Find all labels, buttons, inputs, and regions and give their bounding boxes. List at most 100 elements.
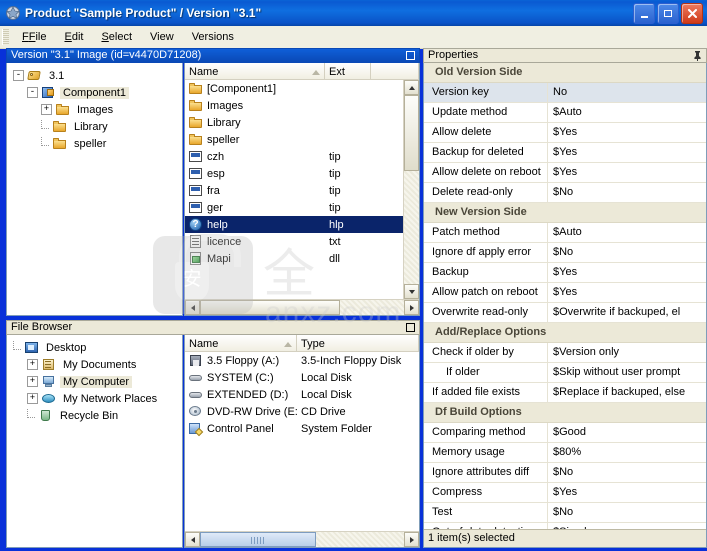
title-bar[interactable]: Product "Sample Product" / Version "3.1" xyxy=(0,0,707,26)
expand-icon[interactable]: + xyxy=(41,104,52,115)
collapse-icon[interactable]: - xyxy=(27,87,38,98)
scroll-up-button[interactable] xyxy=(404,80,419,95)
properties-caption[interactable]: Properties xyxy=(423,48,707,63)
property-row[interactable]: Ignore attributes diff $No xyxy=(424,463,706,483)
version-tree-node[interactable]: Library xyxy=(13,118,182,135)
expand-icon[interactable]: + xyxy=(27,376,38,387)
expand-icon[interactable]: + xyxy=(27,359,38,370)
panel-restore-icon[interactable] xyxy=(404,50,416,61)
menu-versions[interactable]: Versions xyxy=(183,28,243,46)
maximize-button[interactable] xyxy=(657,3,679,24)
file-list-row[interactable]: licence txt xyxy=(185,233,403,250)
property-row[interactable]: Compress $Yes xyxy=(424,483,706,503)
property-value[interactable]: $No xyxy=(548,183,706,202)
file-list-row[interactable]: speller xyxy=(185,131,403,148)
property-value[interactable]: $Replace if backuped, else xyxy=(548,383,706,402)
browser-horizontal-scrollbar[interactable] xyxy=(185,531,419,547)
property-value[interactable]: $Yes xyxy=(548,483,706,502)
file-browser-row[interactable]: EXTENDED (D:) Local Disk xyxy=(185,386,419,403)
property-value[interactable]: $80% xyxy=(548,443,706,462)
version-tree[interactable]: -3.1- Component1 + Images Library speller xyxy=(7,63,182,152)
horizontal-scroll-thumb[interactable] xyxy=(200,300,340,315)
property-row[interactable]: Memory usage $80% xyxy=(424,443,706,463)
file-browser-tree-node[interactable]: Recycle Bin xyxy=(13,407,182,424)
scroll-right-button[interactable] xyxy=(404,300,419,315)
minimize-button[interactable] xyxy=(633,3,655,24)
file-list-row[interactable]: ger tip xyxy=(185,199,403,216)
property-value[interactable]: $Yes xyxy=(548,163,706,182)
file-list-row[interactable]: Library xyxy=(185,114,403,131)
file-list-row[interactable]: czh tip xyxy=(185,148,403,165)
property-row[interactable]: Patch method $Auto xyxy=(424,223,706,243)
browser-scroll-right-button[interactable] xyxy=(404,532,419,547)
property-row[interactable]: Ignore df apply error $No xyxy=(424,243,706,263)
column-header-name[interactable]: Name xyxy=(185,63,325,79)
menu-edit[interactable]: Edit xyxy=(55,28,92,46)
file-browser-tree-node[interactable]: + My Network Places xyxy=(13,390,182,407)
file-browser-tree-node[interactable]: Desktop xyxy=(13,339,182,356)
property-value[interactable]: $No xyxy=(548,243,706,262)
file-browser-restore-icon[interactable] xyxy=(404,322,416,333)
property-value[interactable]: $Yes xyxy=(548,283,706,302)
column-header-browser-name[interactable]: Name xyxy=(185,335,297,351)
property-row[interactable]: Backup $Yes xyxy=(424,263,706,283)
file-list-row[interactable]: Mapi dll xyxy=(185,250,403,267)
property-value[interactable]: $No xyxy=(548,463,706,482)
version-tree-node[interactable]: - 3.1 xyxy=(13,67,182,84)
property-row[interactable]: Backup for deleted $Yes xyxy=(424,143,706,163)
file-browser-tree-node[interactable]: + My Documents xyxy=(13,356,182,373)
property-row[interactable]: Test $No xyxy=(424,503,706,523)
horizontal-scroll-track[interactable] xyxy=(340,300,404,315)
file-list-row[interactable]: [Component1] xyxy=(185,80,403,97)
pin-icon[interactable] xyxy=(691,50,703,61)
file-list-row[interactable]: esp tip xyxy=(185,165,403,182)
property-row[interactable]: Comparing method $Good xyxy=(424,423,706,443)
property-value[interactable]: $Version only xyxy=(548,343,706,362)
file-list-row[interactable]: fra tip xyxy=(185,182,403,199)
property-value[interactable]: $No xyxy=(548,503,706,522)
close-button[interactable] xyxy=(681,3,703,24)
property-row[interactable]: Overwrite read-only $Overwrite if backupe… xyxy=(424,303,706,323)
property-value[interactable]: $Skip without user prompt xyxy=(548,363,706,382)
property-value[interactable]: $Yes xyxy=(548,123,706,142)
file-list-row[interactable]: help hlp xyxy=(185,216,403,233)
vertical-scroll-thumb[interactable] xyxy=(404,95,419,171)
property-value[interactable]: $Overwrite if backuped, el xyxy=(548,303,706,322)
version-tree-node[interactable]: + Images xyxy=(13,101,182,118)
property-value[interactable]: $Auto xyxy=(548,223,706,242)
property-row[interactable]: If added file exists $Replace if backuped… xyxy=(424,383,706,403)
file-list[interactable]: [Component1] Images Library speller czh tip es… xyxy=(185,80,403,299)
file-browser-tree-node[interactable]: + My Computer xyxy=(13,373,182,390)
menu-grip[interactable] xyxy=(2,29,9,45)
file-list-row[interactable]: Images xyxy=(185,97,403,114)
property-value[interactable]: $Auto xyxy=(548,103,706,122)
browser-scroll-left-button[interactable] xyxy=(185,532,200,547)
collapse-icon[interactable]: - xyxy=(13,70,24,81)
menu-view[interactable]: View xyxy=(141,28,183,46)
property-row[interactable]: If older $Skip without user prompt xyxy=(424,363,706,383)
expand-icon[interactable]: + xyxy=(27,393,38,404)
scroll-down-button[interactable] xyxy=(404,284,419,299)
browser-horizontal-scroll-thumb[interactable] xyxy=(200,532,316,547)
column-header-ext[interactable]: Ext xyxy=(325,63,371,79)
property-row[interactable]: Delete read-only $No xyxy=(424,183,706,203)
file-browser-row[interactable]: SYSTEM (C:) Local Disk xyxy=(185,369,419,386)
file-browser-caption[interactable]: File Browser xyxy=(6,320,420,335)
file-browser-row[interactable]: Control Panel System Folder xyxy=(185,420,419,437)
property-row[interactable]: Allow delete $Yes xyxy=(424,123,706,143)
version-image-caption[interactable]: Version "3.1" Image (id=v4470D71208) xyxy=(6,48,420,63)
file-browser-tree[interactable]: Desktop + My Documents + My Computer + My Netw… xyxy=(7,335,182,424)
browser-horizontal-scroll-track[interactable] xyxy=(316,532,404,547)
property-row[interactable]: Allow patch on reboot $Yes xyxy=(424,283,706,303)
menu-select[interactable]: Select xyxy=(92,28,141,46)
property-value[interactable]: $Yes xyxy=(548,143,706,162)
version-tree-node[interactable]: - Component1 xyxy=(13,84,182,101)
scroll-left-button[interactable] xyxy=(185,300,200,315)
property-row[interactable]: Update method $Auto xyxy=(424,103,706,123)
file-list-horizontal-scrollbar[interactable] xyxy=(185,299,419,315)
properties-grid[interactable]: Old Version Side Version key No Update meth… xyxy=(424,63,706,529)
property-value[interactable]: $Yes xyxy=(548,263,706,282)
version-tree-node[interactable]: speller xyxy=(13,135,182,152)
property-row[interactable]: Allow delete on reboot $Yes xyxy=(424,163,706,183)
file-browser-row[interactable]: 3.5 Floppy (A:) 3.5-Inch Floppy Disk xyxy=(185,352,419,369)
